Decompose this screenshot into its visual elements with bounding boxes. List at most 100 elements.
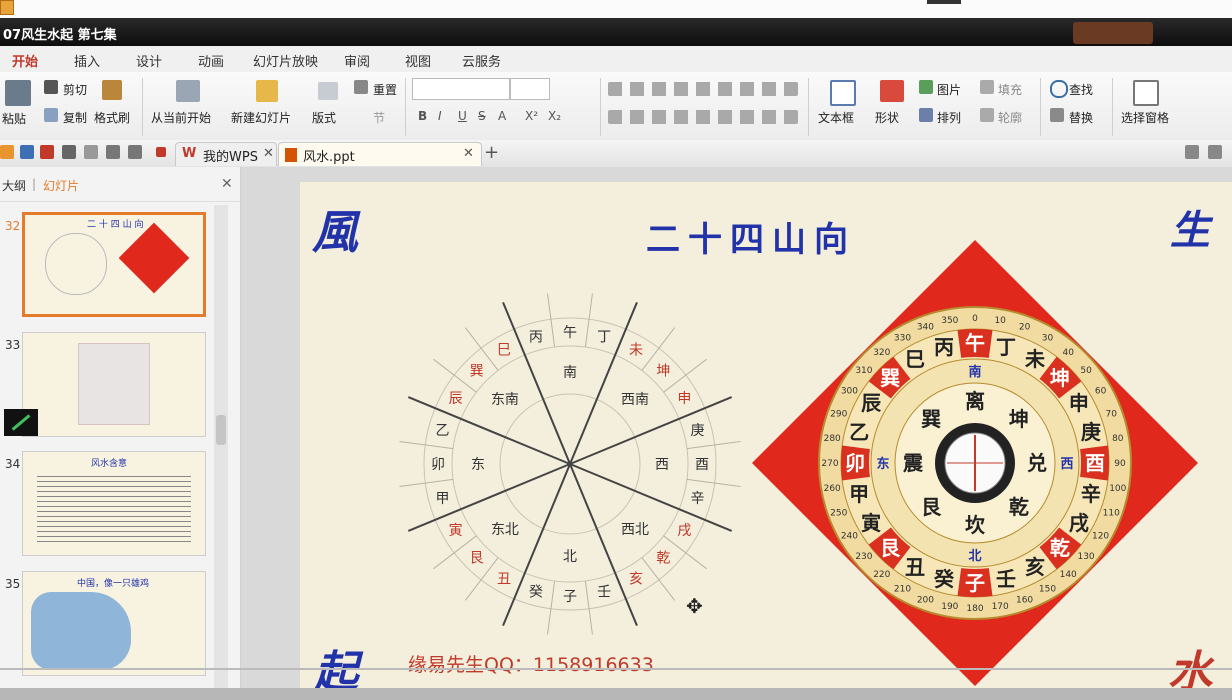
compass-mountain-label: 寅 [861, 511, 881, 535]
tab-review[interactable]: 审阅 [344, 51, 370, 70]
subscript-button[interactable]: X₂ [548, 109, 561, 123]
close-icon[interactable]: ✕ [463, 146, 474, 161]
scrollbar-thumb[interactable] [216, 415, 226, 445]
fill-button[interactable]: 填充 [998, 81, 1022, 98]
projector-icon[interactable] [176, 80, 200, 102]
compass-mountain-label: 巳 [905, 347, 925, 371]
preview-icon[interactable] [84, 145, 98, 159]
format-painter-button[interactable]: 格式刷 [94, 109, 130, 126]
close-icon[interactable]: ✕ [221, 176, 233, 192]
font-color-button[interactable]: A [498, 109, 506, 123]
underline-button[interactable]: U [458, 109, 467, 123]
slide-thumbnail[interactable]: 中国，像一只雄鸡 [22, 571, 206, 676]
compass-degree-label: 190 [941, 602, 958, 612]
slide[interactable]: 風 生 起 水 二十四山向 缘易先生QQ：1158916633 丙午丁未坤申庚酉… [300, 182, 1232, 700]
tab-insert[interactable]: 插入 [74, 51, 100, 70]
thumb-wheel [45, 233, 107, 295]
selection-pane-button[interactable]: 选择窗格 [1121, 109, 1169, 126]
wheel-mountain-label: 未 [629, 343, 643, 359]
wheel-direction-label: 北 [563, 549, 577, 565]
section-button[interactable]: 节 [373, 109, 385, 126]
replace-button[interactable]: 替换 [1069, 109, 1093, 126]
from-current-button[interactable]: 从当前开始 [151, 109, 211, 126]
paste-icon[interactable] [5, 80, 31, 106]
compass-degree-label: 270 [821, 459, 838, 469]
picture-button[interactable]: 图片 [937, 81, 961, 98]
bold-button[interactable]: B [418, 109, 427, 123]
outline-icon[interactable] [980, 108, 994, 122]
shape-icon[interactable] [880, 80, 904, 102]
replace-icon[interactable] [1050, 108, 1064, 122]
compass-mountain-label: 乙 [849, 420, 869, 444]
compass-direction-label: 西 [1060, 457, 1073, 472]
pdf-icon[interactable] [40, 145, 54, 159]
help-icon[interactable] [1208, 145, 1222, 159]
layout-button[interactable]: 版式 [312, 109, 336, 126]
new-tab-icon[interactable]: + [484, 142, 499, 163]
tab-slideshow[interactable]: 幻灯片放映 [253, 51, 318, 70]
new-slide-button[interactable]: 新建幻灯片 [231, 109, 291, 126]
superscript-button[interactable]: X² [525, 109, 538, 123]
tab-animation[interactable]: 动画 [198, 51, 224, 70]
reset-icon[interactable] [354, 80, 368, 94]
wheel-spoke [686, 478, 741, 487]
close-icon[interactable]: ✕ [263, 146, 274, 161]
tab-design[interactable]: 设计 [136, 51, 162, 70]
redo-icon[interactable] [128, 145, 142, 159]
find-button[interactable]: 查找 [1069, 81, 1093, 98]
outline-button[interactable]: 轮廓 [998, 109, 1022, 126]
tab-home[interactable]: 开始 [12, 51, 38, 70]
compass-degree-label: 120 [1092, 532, 1109, 542]
align-icons[interactable] [608, 110, 798, 124]
save-icon[interactable] [20, 145, 34, 159]
arrange-button[interactable]: 排列 [937, 109, 961, 126]
compass-mountain-label: 子 [965, 571, 985, 595]
picture-icon[interactable] [919, 80, 933, 94]
tab-cloud[interactable]: 云服务 [462, 51, 501, 70]
paste-button[interactable]: 粘贴 [2, 110, 26, 127]
arrange-icon[interactable] [919, 108, 933, 122]
copy-button[interactable]: 复制 [63, 109, 87, 126]
wheel-mountain-label: 丑 [497, 571, 511, 587]
font-size-input[interactable] [510, 78, 550, 100]
print-icon[interactable] [62, 145, 76, 159]
doc-tab-ppt[interactable]: 风水.ppt ✕ [278, 142, 482, 166]
ruler-icon[interactable] [4, 409, 38, 436]
tab-outline[interactable]: 大纲 [2, 177, 26, 194]
paragraph-icons[interactable] [608, 82, 798, 96]
strikethrough-button[interactable]: S [478, 109, 486, 123]
copy-icon[interactable] [44, 108, 58, 122]
textbox-button[interactable]: 文本框 [818, 109, 854, 126]
tab-slides[interactable]: 幻灯片 [43, 177, 79, 194]
slide-thumbnail[interactable]: 风水含意 [22, 451, 206, 556]
layout-icon[interactable] [318, 82, 338, 100]
wheel-mountain-label: 艮 [470, 550, 484, 566]
cut-button[interactable]: 剪切 [63, 81, 87, 98]
customize-icon[interactable] [156, 147, 166, 157]
doc-tab-wps[interactable]: W 我的WPS ✕ [175, 142, 277, 166]
textbox-icon[interactable] [830, 80, 856, 106]
reset-button[interactable]: 重置 [373, 81, 397, 98]
tab-view[interactable]: 视图 [405, 51, 431, 70]
undo-icon[interactable] [106, 145, 120, 159]
selection-pane-icon[interactable] [1133, 80, 1159, 106]
search-icon[interactable] [1050, 80, 1068, 98]
slide-thumbnail[interactable]: 二 十 四 山 向 [22, 212, 206, 317]
scissors-icon[interactable] [44, 80, 58, 94]
compass-degree-label: 170 [992, 602, 1009, 612]
italic-button[interactable]: I [438, 109, 442, 123]
skin-icon[interactable] [1185, 145, 1199, 159]
panel-scrollbar[interactable] [214, 205, 228, 700]
window-title: 07风生水起 第七集 [3, 28, 117, 43]
font-name-input[interactable] [412, 78, 510, 100]
brush-icon[interactable] [102, 80, 122, 100]
compass-degree-label: 130 [1077, 552, 1094, 562]
new-slide-icon[interactable] [256, 80, 278, 102]
shape-button[interactable]: 形状 [875, 109, 899, 126]
slide-thumbnail[interactable] [22, 332, 206, 437]
fill-icon[interactable] [980, 80, 994, 94]
open-icon[interactable] [0, 145, 14, 159]
compass-degree-label: 140 [1060, 570, 1077, 580]
wheel-direction-label: 东北 [491, 522, 519, 538]
title-bar-button[interactable] [1073, 22, 1153, 44]
